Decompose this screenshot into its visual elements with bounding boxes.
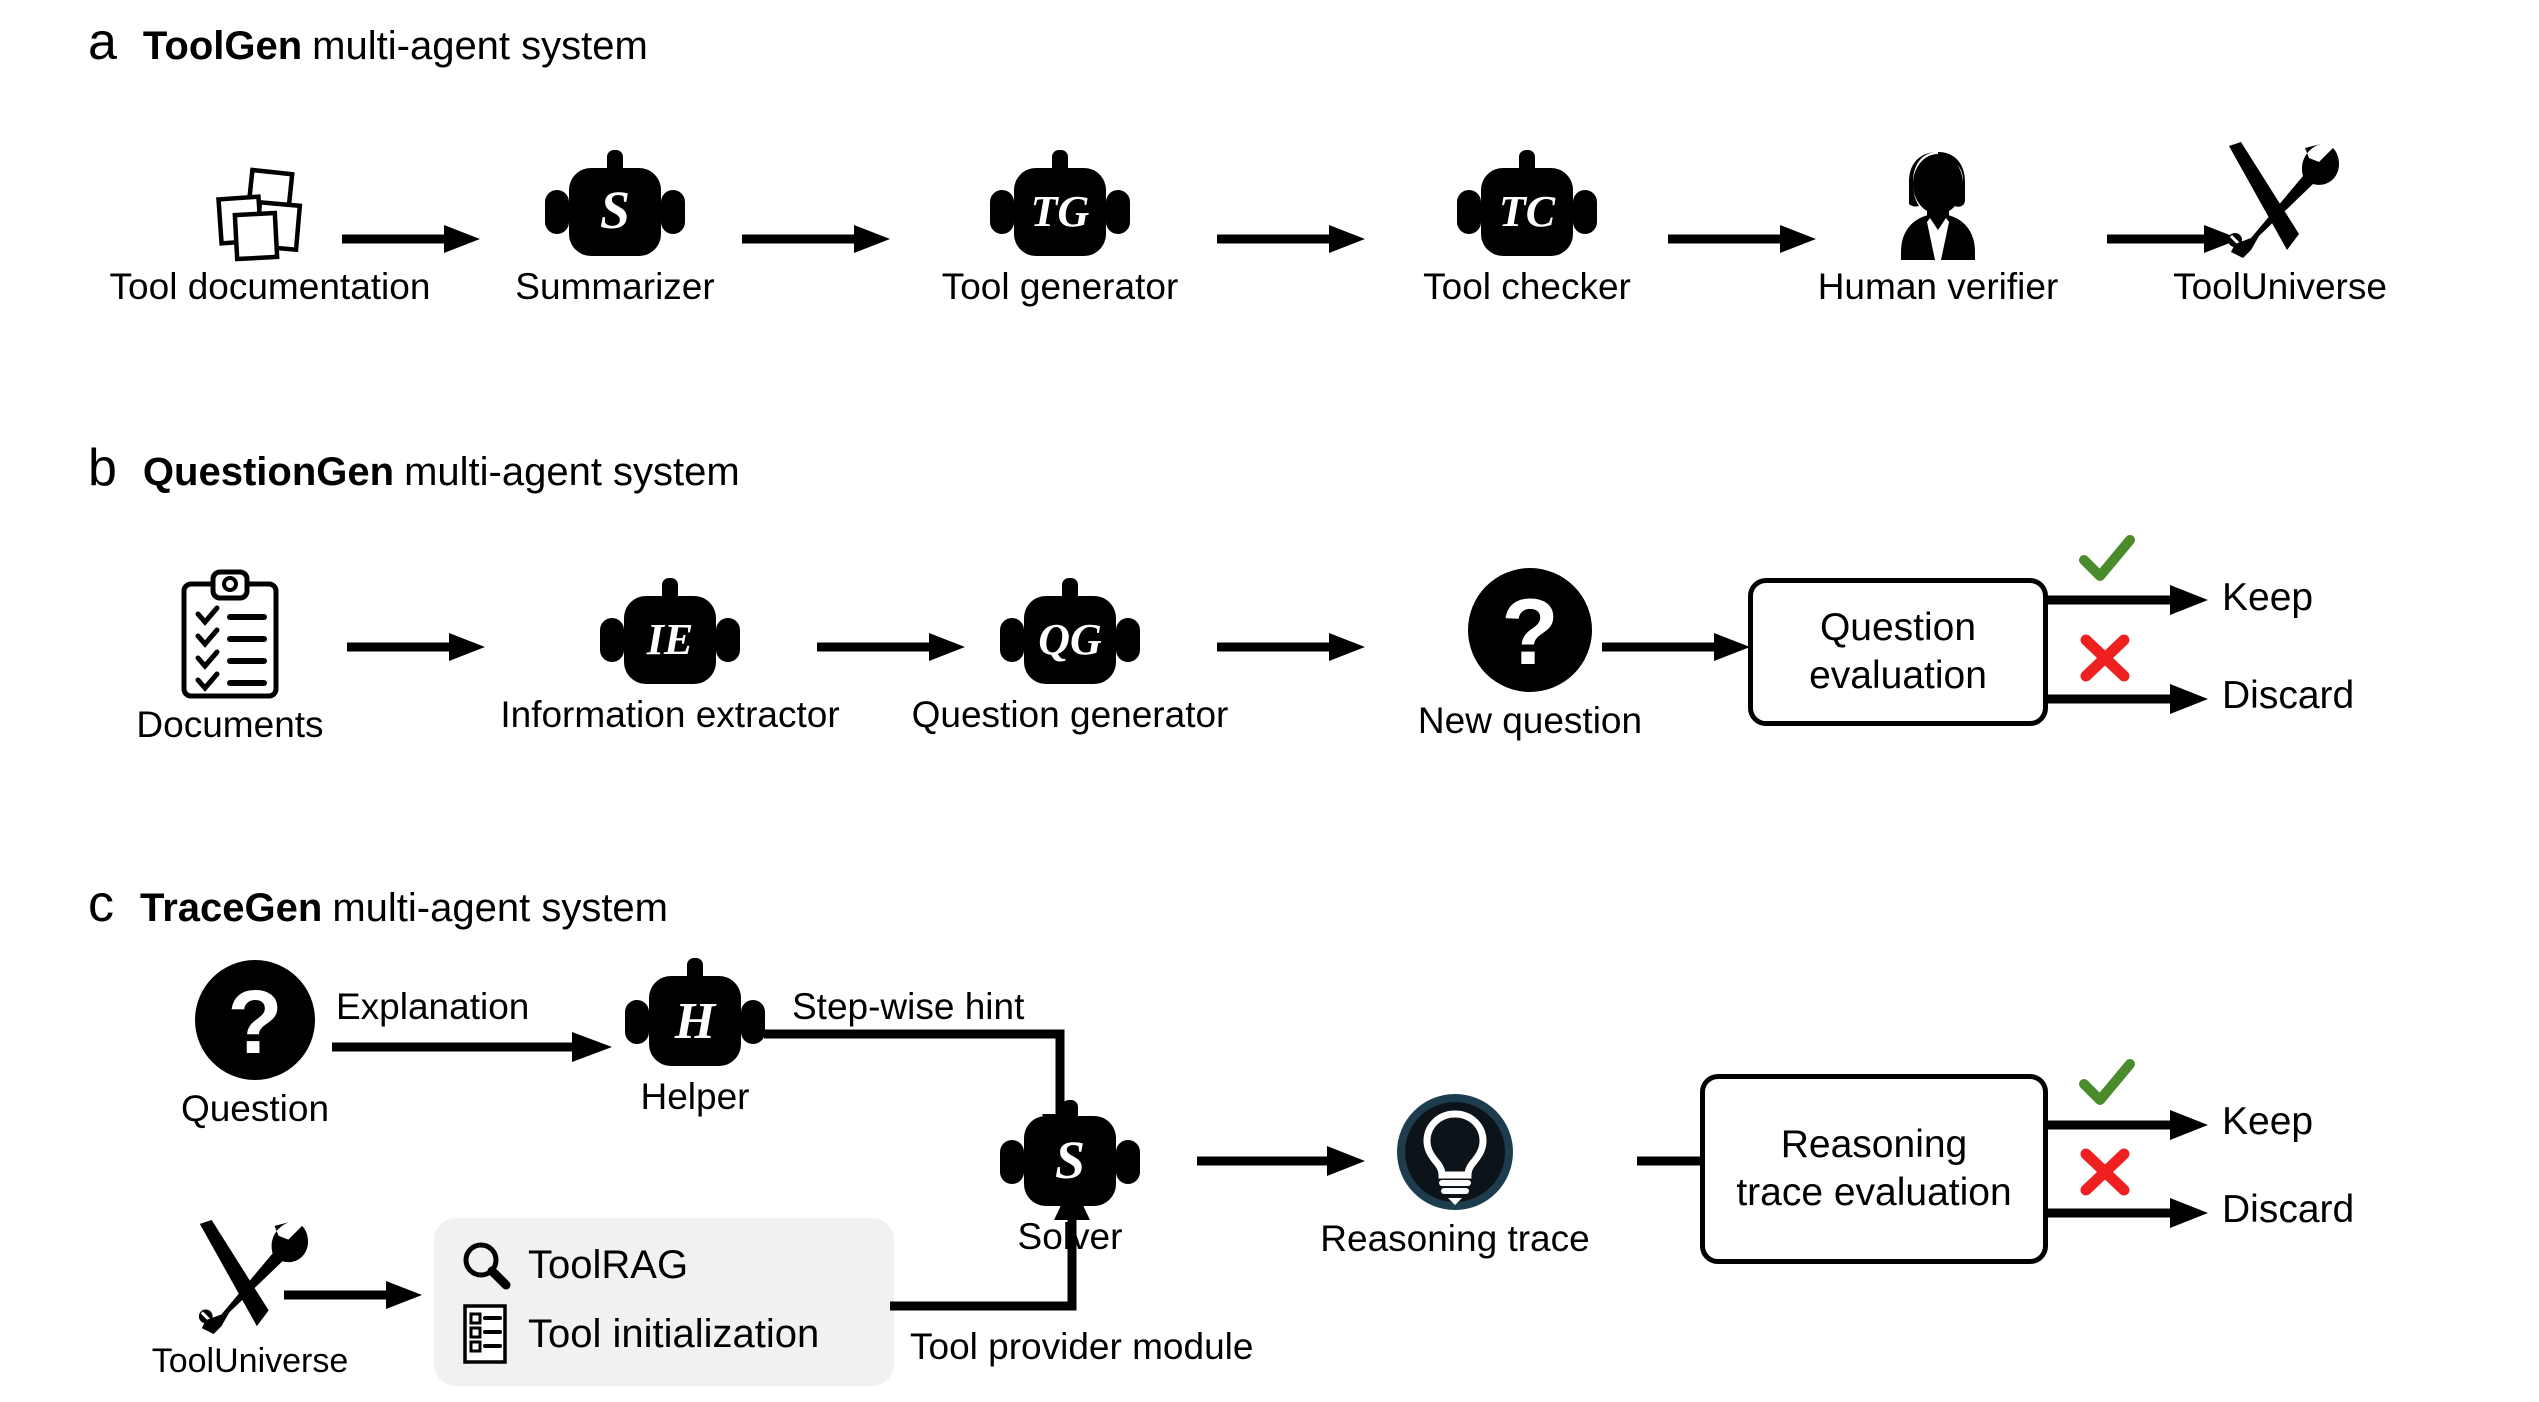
documents-stack-icon bbox=[210, 167, 330, 262]
lightbulb-circle-icon bbox=[1395, 1092, 1515, 1212]
arrow-a-3 bbox=[1217, 225, 1365, 253]
edge-label-step-wise-hint: Step-wise hint bbox=[792, 986, 1025, 1027]
toolinit-row[interactable]: Tool initialization bbox=[460, 1304, 868, 1364]
node-label: Summarizer bbox=[515, 266, 715, 307]
robot-icon: TG bbox=[984, 150, 1136, 260]
panel-b-title-bold: QuestionGen bbox=[142, 450, 395, 494]
panel-c-letter: c bbox=[88, 875, 114, 933]
edge-label-explanation: Explanation bbox=[336, 986, 530, 1027]
node-information-extractor: IE Information extractor bbox=[500, 578, 840, 735]
node-summarizer: S Summarizer bbox=[495, 150, 735, 307]
robot-icon: H bbox=[619, 958, 771, 1070]
arrow-explanation bbox=[332, 1032, 612, 1062]
check-icon bbox=[2079, 535, 2135, 581]
node-reasoning-trace: Reasoning trace bbox=[1290, 1092, 1620, 1259]
question-mark-glyph: ? bbox=[228, 973, 283, 1073]
arrow-a-2 bbox=[742, 225, 890, 253]
node-question-generator: QG Question generator bbox=[912, 578, 1228, 735]
robot-icon: IE bbox=[594, 578, 746, 688]
person-icon bbox=[1883, 148, 1993, 260]
list-icon bbox=[460, 1304, 510, 1364]
arrow-b-1 bbox=[347, 633, 485, 661]
node-label: Tool documentation bbox=[109, 266, 431, 307]
node-label: Reasoning trace bbox=[1320, 1218, 1590, 1259]
panel-c-header: c TraceGen multi-agent system bbox=[88, 878, 668, 930]
node-tool-generator: TG Tool generator bbox=[910, 150, 1210, 307]
toolrag-label: ToolRAG bbox=[528, 1243, 689, 1287]
robot-badge: IE bbox=[646, 615, 693, 664]
cross-icon bbox=[2080, 634, 2130, 682]
question-mark-glyph: ? bbox=[1501, 579, 1558, 684]
arrow-b-keep bbox=[2046, 585, 2208, 615]
arrow-b-3 bbox=[1217, 633, 1365, 661]
robot-badge: H bbox=[674, 993, 717, 1050]
node-label: Human verifier bbox=[1817, 266, 2059, 307]
arrow-b-discard bbox=[2046, 684, 2208, 714]
arrow-a-1 bbox=[342, 225, 480, 253]
node-documents: Documents bbox=[110, 569, 350, 745]
robot-icon: S bbox=[539, 150, 691, 260]
panel-a-header: a ToolGen multi-agent system bbox=[88, 16, 648, 68]
question-evaluation-box[interactable]: Question evaluation bbox=[1748, 578, 2048, 726]
branch-label-discard: Discard bbox=[2222, 1188, 2355, 1231]
eval-line-2: trace evaluation bbox=[1736, 1171, 2012, 1214]
clipboard-checklist-icon bbox=[178, 569, 282, 699]
arrow-tool-provider-to-solver bbox=[890, 1182, 1090, 1311]
node-label: Helper bbox=[640, 1076, 750, 1117]
tool-provider-module-caption: Tool provider module bbox=[910, 1326, 1254, 1367]
eval-line-2: evaluation bbox=[1809, 654, 1987, 697]
arrow-c-tooluniverse bbox=[284, 1281, 422, 1309]
node-label: Information extractor bbox=[500, 694, 840, 735]
robot-badge: QG bbox=[1038, 615, 1102, 664]
question-circle-icon: ? bbox=[193, 958, 317, 1082]
panel-b-title-rest: multi-agent system bbox=[404, 450, 740, 494]
panel-a-title-bold: ToolGen bbox=[142, 24, 303, 68]
reasoning-trace-evaluation-box[interactable]: Reasoning trace evaluation bbox=[1700, 1074, 2048, 1264]
node-label: Tool checker bbox=[1423, 266, 1631, 307]
panel-a-title-rest: multi-agent system bbox=[312, 24, 648, 68]
branch-label-discard: Discard bbox=[2222, 674, 2355, 717]
robot-icon: TC bbox=[1451, 150, 1603, 260]
arrow-c-keep bbox=[2046, 1110, 2208, 1140]
branch-label-keep: Keep bbox=[2222, 1100, 2314, 1143]
robot-icon: QG bbox=[994, 578, 1146, 688]
robot-badge: TG bbox=[1031, 187, 1090, 236]
question-circle-icon: ? bbox=[1466, 566, 1594, 694]
node-label: Question bbox=[180, 1088, 330, 1129]
node-helper: H Helper bbox=[605, 958, 785, 1117]
node-human-verifier: Human verifier bbox=[1778, 148, 2098, 307]
panel-c-title-bold: TraceGen bbox=[140, 886, 323, 930]
panel-c-title-rest: multi-agent system bbox=[332, 886, 668, 930]
wrench-screwdriver-icon bbox=[2221, 140, 2339, 260]
node-label: ToolUniverse bbox=[151, 1342, 349, 1380]
node-label: New question bbox=[1417, 700, 1643, 741]
node-label: Documents bbox=[136, 704, 324, 745]
tool-provider-panel[interactable]: ToolRAG Tool initialization bbox=[434, 1218, 894, 1386]
eval-line-1: Question bbox=[1819, 606, 1977, 650]
robot-badge: S bbox=[1055, 1130, 1085, 1190]
robot-badge: TC bbox=[1499, 187, 1556, 236]
node-tooluniverse: ToolUniverse bbox=[2130, 140, 2430, 307]
node-label: Question generator bbox=[911, 694, 1229, 735]
branch-label-keep: Keep bbox=[2222, 576, 2314, 619]
panel-b-letter: b bbox=[88, 439, 117, 497]
robot-badge: S bbox=[600, 180, 630, 240]
toolrag-row[interactable]: ToolRAG bbox=[460, 1240, 868, 1290]
eval-line-1: Reasoning bbox=[1780, 1123, 1968, 1167]
panel-a-letter: a bbox=[88, 13, 117, 71]
node-label: Tool generator bbox=[941, 266, 1179, 307]
panel-b-header: b QuestionGen multi-agent system bbox=[88, 442, 740, 494]
node-label: ToolUniverse bbox=[2173, 266, 2387, 307]
node-tool-checker: TC Tool checker bbox=[1392, 150, 1662, 307]
magnifier-icon bbox=[460, 1240, 511, 1290]
toolinit-label: Tool initialization bbox=[528, 1312, 820, 1356]
cross-icon bbox=[2080, 1148, 2130, 1196]
wrench-screwdriver-icon bbox=[191, 1218, 309, 1336]
arrow-b-4 bbox=[1602, 633, 1750, 661]
arrow-c-discard bbox=[2046, 1198, 2208, 1228]
check-icon bbox=[2079, 1059, 2135, 1105]
